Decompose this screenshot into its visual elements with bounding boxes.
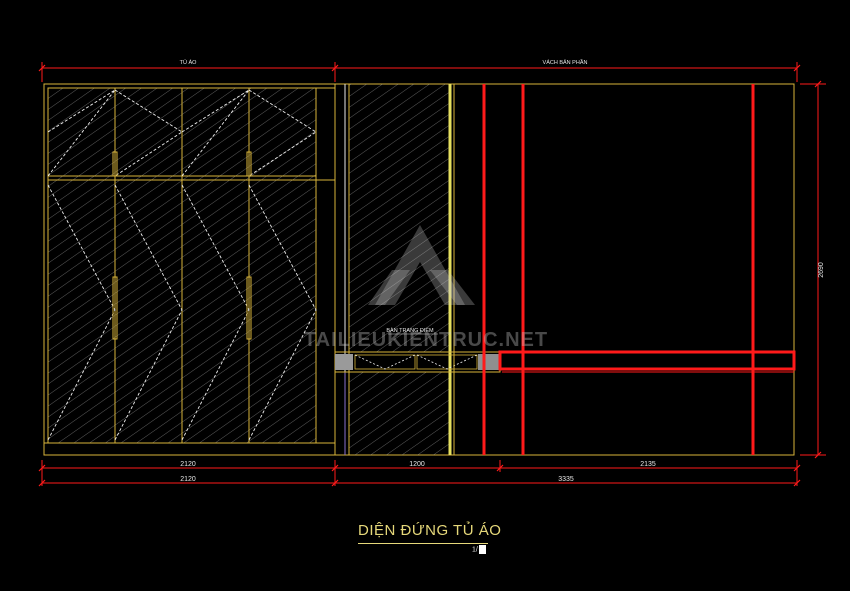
dim-dresser-width: 1200	[409, 461, 425, 468]
wardrobe	[43, 83, 336, 456]
elevation-drawing: TỦ ÁO VÁCH BẢN PHẦN 2690 BÀN TRANG ĐIỂM …	[38, 59, 826, 487]
scale-box	[478, 545, 486, 554]
partition-label: VÁCH BẢN PHẦN	[543, 59, 588, 66]
top-dimension: TỦ ÁO VÁCH BẢN PHẦN	[38, 59, 801, 82]
scale-label: 1/	[472, 545, 486, 554]
bottom-dimension-row2: 2120 3335	[38, 476, 801, 487]
drawing-title: DIỆN ĐỨNG TỦ ÁO	[358, 522, 502, 539]
bottom-dimension-row1: 2120 1200 2135	[38, 460, 801, 486]
dresser-section: BÀN TRANG ĐIỂM	[334, 83, 501, 456]
dim-total-left: 2120	[180, 476, 196, 483]
title-underline	[358, 543, 488, 544]
dim-wardrobe-width: 2120	[180, 461, 196, 468]
dim-total-right: 3335	[558, 476, 574, 483]
right-dimension: 2690	[800, 80, 826, 459]
dim-partition-width: 2135	[640, 461, 656, 468]
wardrobe-label: TỦ ÁO	[180, 59, 198, 66]
scale-prefix: 1/	[472, 546, 478, 554]
partition-panel	[453, 83, 796, 456]
watermark-text: TAILIEUKIENTRUC.NET	[304, 329, 548, 351]
height-dimension: 2690	[818, 262, 825, 278]
